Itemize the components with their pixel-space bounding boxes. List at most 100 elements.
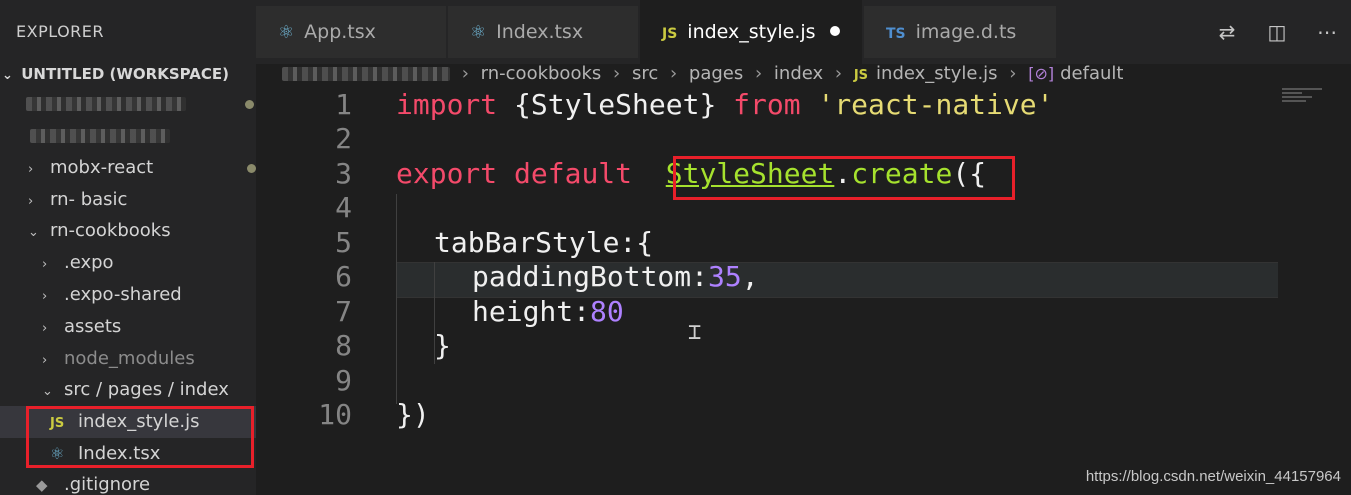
- tree-item-label: .expo: [64, 252, 114, 273]
- tab-app-tsx[interactable]: ⚛ App.tsx: [256, 6, 446, 58]
- keyword-import: import: [396, 88, 498, 121]
- tree-item-mobx-react[interactable]: › mobx-react: [0, 152, 256, 184]
- chevron-down-icon: ⌄: [2, 68, 13, 83]
- workspace-header[interactable]: ⌄ UNTITLED (WORKSPACE): [0, 60, 256, 88]
- ts-icon: TS: [886, 26, 906, 42]
- breadcrumb-separator-icon: ›: [613, 63, 621, 84]
- line-number: 10: [318, 398, 352, 431]
- more-actions-icon[interactable]: ⋯: [1311, 16, 1343, 48]
- keyword-export: export: [396, 157, 498, 190]
- tree-item-label: mobx-react: [50, 157, 154, 178]
- line-number: 2: [335, 122, 352, 155]
- breadcrumb-item[interactable]: default: [1060, 63, 1123, 84]
- text-cursor-icon: ⌶: [688, 320, 702, 345]
- code-line-5: tabBarStyle:{: [396, 226, 653, 260]
- line-number: 6: [335, 260, 352, 293]
- tree-item-label: node_modules: [64, 348, 195, 369]
- tab-label: image.d.ts: [915, 21, 1017, 43]
- highlight-annotation-box: [26, 406, 254, 468]
- height-key: height:: [472, 295, 591, 328]
- blurred-breadcrumb: [282, 67, 450, 81]
- tree-item-rn-cookbooks[interactable]: ⌄ rn-cookbooks: [0, 215, 256, 247]
- line-number: 9: [335, 364, 352, 397]
- git-file-icon: ◆: [36, 476, 48, 494]
- chevron-right-icon: ›: [28, 162, 34, 177]
- chevron-right-icon: ›: [28, 194, 34, 209]
- code-line-7: height:80: [396, 295, 624, 329]
- tree-item-label: .gitignore: [64, 474, 151, 495]
- line-number: 1: [335, 88, 352, 121]
- code-editor[interactable]: 1 2 3 4 5 6 7 8 9 10 import {StyleSheet}…: [256, 88, 1351, 495]
- tree-item-label: .expo-shared: [64, 284, 182, 305]
- breadcrumb-separator-icon: ›: [834, 63, 843, 84]
- modified-dot-icon: [247, 164, 256, 173]
- paddingbottom-value: 35: [708, 260, 742, 293]
- close-paren-token: }): [396, 398, 430, 431]
- tab-index-tsx[interactable]: ⚛ Index.tsx: [448, 6, 638, 58]
- breadcrumb-separator-icon: ›: [669, 63, 678, 84]
- keyword-default: default: [514, 157, 633, 190]
- tab-label: Index.tsx: [496, 21, 584, 43]
- tab-image-d-ts[interactable]: TS image.d.ts: [864, 6, 1056, 58]
- breadcrumb-item[interactable]: index: [774, 63, 823, 84]
- breadcrumb-item[interactable]: index_style.js: [876, 63, 998, 84]
- line-number: 8: [335, 329, 352, 362]
- tree-item-blurred[interactable]: [0, 88, 256, 120]
- chevron-right-icon: ›: [42, 289, 48, 304]
- module-string: 'react-native': [817, 88, 1054, 121]
- tab-index-style-js[interactable]: JS index_style.js: [640, 0, 862, 64]
- line-number: 4: [335, 191, 352, 224]
- chevron-right-icon: ›: [42, 321, 48, 336]
- import-specifier: {StyleSheet}: [497, 88, 734, 121]
- unsaved-dot-icon[interactable]: [829, 25, 840, 36]
- workspace-label: UNTITLED (WORKSPACE): [21, 65, 229, 83]
- breadcrumb-separator-icon: ›: [1009, 63, 1017, 84]
- line-number: 3: [335, 157, 352, 190]
- react-icon: ⚛: [278, 22, 295, 43]
- line-number: 7: [335, 295, 352, 328]
- height-value: 80: [590, 295, 624, 328]
- explorer-title: EXPLORER: [16, 22, 104, 41]
- compare-changes-icon[interactable]: ⇄: [1211, 16, 1243, 48]
- editor-tab-bar: ⚛ App.tsx ⚛ Index.tsx JS index_style.js TS i…: [256, 0, 1351, 64]
- minimap[interactable]: [1282, 88, 1332, 108]
- breadcrumb-item[interactable]: src: [632, 63, 658, 84]
- tree-item-assets[interactable]: › assets: [0, 311, 256, 343]
- react-icon: ⚛: [470, 22, 487, 43]
- tree-item-label: assets: [64, 316, 122, 337]
- tree-item-node-modules[interactable]: › node_modules: [0, 343, 256, 375]
- tabbarstyle-key: tabBarStyle:{: [434, 226, 654, 259]
- tree-item-blurred[interactable]: [0, 120, 256, 152]
- tree-item-src-pages-index[interactable]: ⌄ src / pages / index: [0, 374, 256, 406]
- highlight-annotation-box: [673, 156, 1015, 200]
- tree-item-expo[interactable]: › .expo: [0, 247, 256, 279]
- code-line-6: paddingBottom:35,: [396, 260, 759, 294]
- explorer-sidebar: EXPLORER ⌄ UNTITLED (WORKSPACE) › mobx-re…: [0, 0, 256, 495]
- comma-token: ,: [741, 260, 759, 293]
- code-line-1: import {StyleSheet} from 'react-native': [396, 88, 1053, 122]
- editor-actions: ⇄ ◫ ⋯: [1211, 16, 1351, 48]
- breadcrumb-item[interactable]: pages: [689, 63, 743, 84]
- chevron-down-icon: ⌄: [42, 384, 53, 399]
- breadcrumb: › rn-cookbooks › src › pages › index › J…: [282, 60, 1123, 88]
- tree-item-gitignore[interactable]: ◆ .gitignore: [0, 469, 256, 495]
- split-editor-icon[interactable]: ◫: [1261, 16, 1293, 48]
- symbol-variable-icon: [⊘]: [1028, 64, 1055, 83]
- blurred-label: [30, 129, 170, 143]
- tree-item-rn-basic[interactable]: › rn- basic: [0, 184, 256, 216]
- paddingbottom-key: paddingBottom:: [472, 260, 709, 293]
- breadcrumb-separator-icon: ›: [461, 63, 469, 84]
- code-line-8: }: [396, 329, 451, 363]
- tree-item-expo-shared[interactable]: › .expo-shared: [0, 279, 256, 311]
- code-line-10: }): [396, 398, 430, 432]
- line-number: 5: [335, 226, 352, 259]
- watermark: https://blog.csdn.net/weixin_44157964: [1085, 468, 1341, 485]
- breadcrumb-separator-icon: ›: [754, 63, 763, 84]
- tree-item-label: src / pages / index: [64, 379, 229, 400]
- tab-label: App.tsx: [304, 21, 376, 43]
- chevron-right-icon: ›: [42, 257, 48, 272]
- blurred-label: [26, 97, 186, 111]
- keyword-from: from: [733, 88, 801, 121]
- js-icon: JS: [662, 26, 678, 42]
- breadcrumb-item[interactable]: rn-cookbooks: [481, 63, 602, 84]
